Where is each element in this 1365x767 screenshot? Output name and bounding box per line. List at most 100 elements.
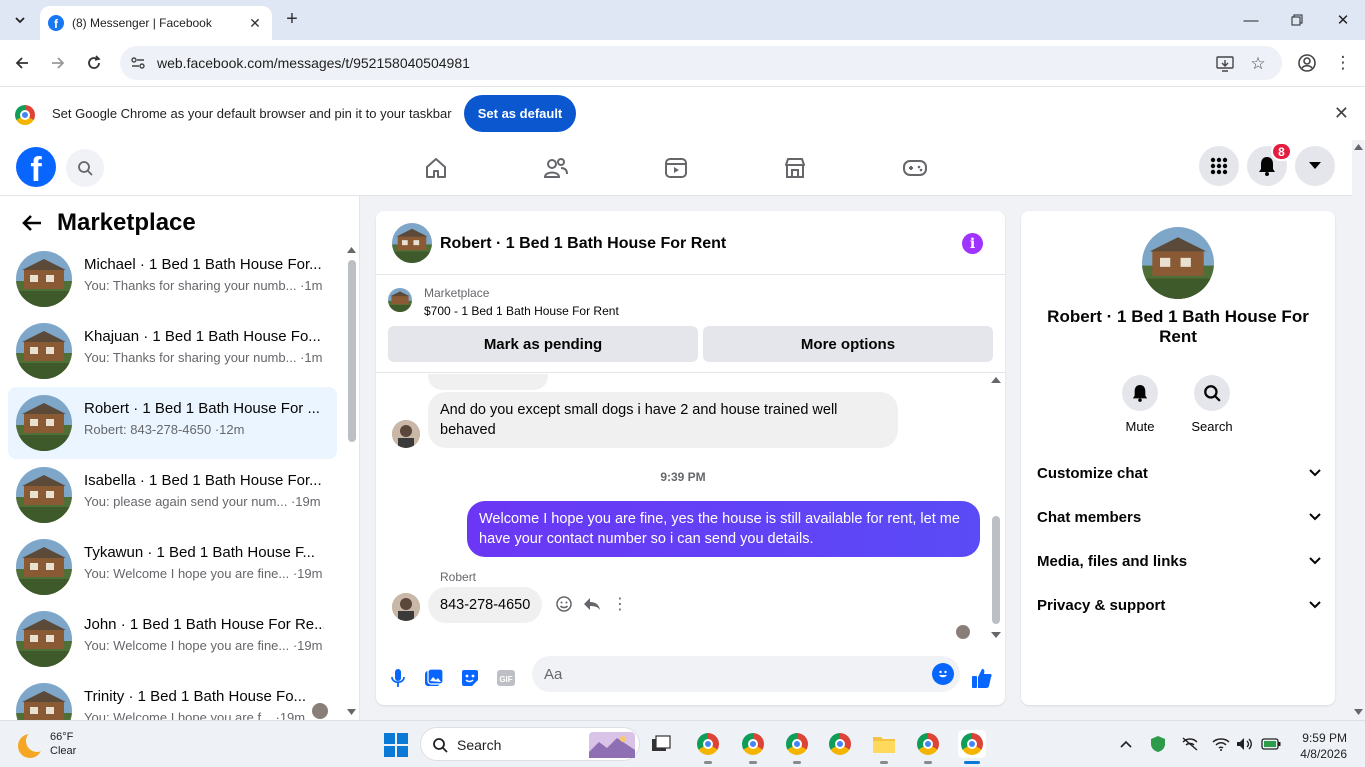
more-options-button[interactable]: More options [703,326,993,362]
new-tab-button[interactable]: + [280,8,304,32]
forward-button[interactable] [44,49,72,77]
chrome-profile-4-icon[interactable] [914,730,942,758]
chat-item-michael[interactable]: Michael · 1 Bed 1 Bath House For... You:… [8,243,337,315]
tab-strip: f (8) Messenger | Facebook ✕ + — ✕ [0,0,1365,40]
wifi-icon[interactable] [1211,734,1231,754]
bookmark-star-icon[interactable]: ☆ [1247,53,1269,75]
listing-title[interactable]: $700 - 1 Bed 1 Bath House For Rent [424,304,619,318]
scroll-up-icon[interactable] [347,246,356,254]
profile-avatar[interactable] [1142,227,1214,299]
back-arrow-icon[interactable] [22,212,42,238]
more-actions-icon[interactable]: ⋮ [609,593,631,615]
react-smile-icon[interactable] [553,593,575,615]
battery-icon[interactable] [1261,734,1281,754]
scroll-down-icon[interactable] [991,631,1001,639]
chrome-profile-3-icon[interactable] [783,730,811,758]
chat-item-tykawun[interactable]: Tykawun · 1 Bed 1 Bath House F... You: W… [8,531,337,603]
facebook-search-button[interactable] [66,149,104,187]
network-off-icon[interactable] [1180,734,1200,754]
windows-start-icon[interactable] [384,733,408,757]
customize-chat-row[interactable]: Customize chat [1037,453,1321,493]
conversation-title[interactable]: Robert · 1 Bed 1 Bath House For Rent [440,235,726,253]
volume-icon[interactable] [1235,734,1255,754]
scroll-down-icon[interactable] [347,708,356,716]
reply-icon[interactable] [581,593,603,615]
mute-button[interactable]: Mute [1110,375,1170,434]
minimize-button[interactable]: — [1228,0,1274,40]
incoming-phone-message[interactable]: 843-278-4650 [428,587,543,623]
chat-item-khajuan[interactable]: Khajuan · 1 Bed 1 Bath House Fo... You: … [8,315,337,387]
chat-item-trinity[interactable]: Trinity · 1 Bed 1 Bath House Fo... You: … [8,675,337,720]
menu-grid-button[interactable] [1199,146,1239,186]
scroll-thumb[interactable] [992,516,1000,624]
sender-avatar[interactable] [392,593,420,621]
photo-icon[interactable] [422,666,446,690]
conversation-avatar[interactable] [392,223,432,263]
nav-marketplace[interactable] [775,150,815,186]
nav-friends[interactable] [536,150,576,186]
tab-search-button[interactable] [6,6,34,34]
close-window-button[interactable]: ✕ [1320,0,1365,40]
account-menu-button[interactable] [1295,146,1335,186]
emoji-icon[interactable] [932,663,954,685]
show-hidden-icons[interactable] [1116,734,1136,754]
chrome-profile-h-icon[interactable] [694,730,722,758]
chrome-profile-2-icon[interactable] [739,730,767,758]
set-as-default-button[interactable]: Set as default [464,95,576,132]
sticker-icon[interactable] [458,666,482,690]
like-thumb-icon[interactable] [970,666,994,690]
facebook-top-nav: f 8 [0,140,1352,196]
nav-home[interactable] [416,150,456,186]
gif-icon[interactable]: GIF [494,666,518,690]
facebook-logo-icon[interactable]: f [16,147,56,187]
message-input[interactable] [532,656,960,692]
privacy-support-row[interactable]: Privacy & support [1037,585,1321,625]
close-infobar-icon[interactable]: ✕ [1334,103,1349,124]
chrome-active-icon[interactable] [958,730,986,758]
house-avatar [16,467,72,523]
sender-avatar[interactable] [392,420,420,448]
section-label: Media, files and links [1037,552,1188,570]
chat-name: Tykawun · 1 Bed 1 Bath House F... [84,544,315,561]
weather-widget[interactable]: 66°F Clear [18,730,76,758]
taskbar-search-box[interactable]: Search [420,727,640,761]
browser-tab-messenger[interactable]: f (8) Messenger | Facebook ✕ [40,6,272,40]
chevron-down-icon [1309,513,1321,521]
file-explorer-icon[interactable] [870,730,898,758]
incoming-message[interactable]: And do you except small dogs i have 2 an… [428,392,898,448]
voice-clip-icon[interactable] [386,666,410,690]
outgoing-message[interactable]: Welcome I hope you are fine, yes the hou… [467,501,980,557]
chat-item-isabella[interactable]: Isabella · 1 Bed 1 Bath House For... You… [8,459,337,531]
listing-thumbnail[interactable] [388,288,412,312]
media-files-links-row[interactable]: Media, files and links [1037,541,1321,581]
mark-as-pending-button[interactable]: Mark as pending [388,326,698,362]
restore-button[interactable] [1274,0,1320,40]
chat-members-row[interactable]: Chat members [1037,497,1321,537]
reload-button[interactable] [80,49,108,77]
close-tab-icon[interactable]: ✕ [246,15,264,32]
scroll-down-icon[interactable] [1354,708,1363,716]
chrome-menu-icon[interactable]: ⋮ [1332,52,1354,74]
install-app-icon[interactable] [1214,53,1236,75]
chat-list-scrollbar[interactable] [347,246,356,718]
site-info-icon[interactable] [130,55,146,71]
nav-gaming[interactable] [895,150,935,186]
scroll-up-icon[interactable] [991,376,1001,384]
search-in-chat-button[interactable]: Search [1182,375,1242,434]
reload-icon [88,55,101,69]
address-bar[interactable]: web.facebook.com/messages/t/952158040504… [120,46,1282,80]
security-shield-icon[interactable] [1148,734,1168,754]
scroll-up-icon[interactable] [1354,143,1363,151]
chat-item-robert[interactable]: Robert · 1 Bed 1 Bath House For ... Robe… [8,387,337,459]
nav-video[interactable] [656,150,696,186]
back-button[interactable] [8,49,36,77]
page-scrollbar[interactable] [1352,140,1365,720]
info-icon[interactable]: i [962,233,983,254]
scroll-thumb[interactable] [348,260,356,442]
profile-icon[interactable] [1296,52,1318,74]
chrome-icon[interactable] [826,730,854,758]
thread-scrollbar[interactable] [990,376,1002,641]
chat-item-john[interactable]: John · 1 Bed 1 Bath House For Re... You:… [8,603,337,675]
taskbar-clock[interactable]: 9:59 PM 4/8/2026 [1295,730,1347,762]
task-view-icon[interactable] [647,730,675,758]
